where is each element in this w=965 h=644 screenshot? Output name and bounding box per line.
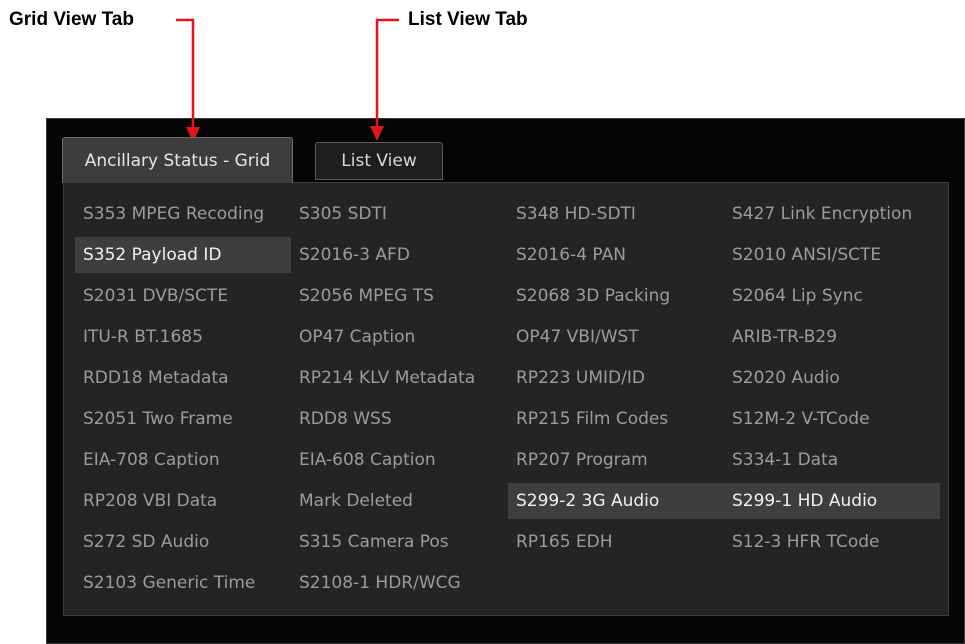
grid-cell[interactable]: S2108-1 HDR/WCG xyxy=(291,565,508,601)
grid-cell[interactable]: S2031 DVB/SCTE xyxy=(75,278,291,314)
grid-cell[interactable]: RP214 KLV Metadata xyxy=(291,360,508,396)
grid-cell[interactable]: S299-2 3G Audio xyxy=(508,483,724,519)
grid-cell[interactable]: S2051 Two Frame xyxy=(75,401,291,437)
grid-cell[interactable]: RP165 EDH xyxy=(508,524,724,560)
grid-cell[interactable]: RDD18 Metadata xyxy=(75,360,291,396)
tab-ancillary-status-grid[interactable]: Ancillary Status - Grid xyxy=(62,137,293,183)
grid-cell[interactable]: S299-1 HD Audio xyxy=(724,483,940,519)
grid-cell[interactable]: S2103 Generic Time xyxy=(75,565,291,601)
grid-cell[interactable]: S2020 Audio xyxy=(724,360,940,396)
grid-cell[interactable]: RP223 UMID/ID xyxy=(508,360,724,396)
grid-cell[interactable]: S315 Camera Pos xyxy=(291,524,508,560)
grid-cell[interactable]: S352 Payload ID xyxy=(75,237,291,273)
grid-cell[interactable]: RP207 Program xyxy=(508,442,724,478)
grid-view-callout-line xyxy=(176,18,195,128)
grid-cell[interactable]: S353 MPEG Recoding xyxy=(75,196,291,232)
grid-cell[interactable]: OP47 Caption xyxy=(291,319,508,355)
grid-cell[interactable]: S2056 MPEG TS xyxy=(291,278,508,314)
grid-cell[interactable]: OP47 VBI/WST xyxy=(508,319,724,355)
grid-cell[interactable]: S334-1 Data xyxy=(724,442,940,478)
grid-cell[interactable]: S2016-4 PAN xyxy=(508,237,724,273)
grid-cell[interactable]: S12-3 HFR TCode xyxy=(724,524,940,560)
grid-cell[interactable]: S2064 Lip Sync xyxy=(724,278,940,314)
grid-cell[interactable]: S427 Link Encryption xyxy=(724,196,940,232)
grid-cell[interactable]: RP208 VBI Data xyxy=(75,483,291,519)
grid-view-tab-callout-label: Grid View Tab xyxy=(9,9,134,30)
grid-cell[interactable]: S2068 3D Packing xyxy=(508,278,724,314)
grid-cell[interactable]: S12M-2 V-TCode xyxy=(724,401,940,437)
grid-cell[interactable]: S305 SDTI xyxy=(291,196,508,232)
grid-cell[interactable]: EIA-708 Caption xyxy=(75,442,291,478)
grid-cell[interactable]: RP215 Film Codes xyxy=(508,401,724,437)
grid-cell[interactable]: ITU-R BT.1685 xyxy=(75,319,291,355)
grid-cell[interactable]: S2010 ANSI/SCTE xyxy=(724,237,940,273)
ancillary-status-grid: S353 MPEG Recoding S305 SDTI S348 HD-SDTI S… xyxy=(75,196,940,606)
grid-cell[interactable]: S2016-3 AFD xyxy=(291,237,508,273)
list-view-tab-callout-label: List View Tab xyxy=(408,9,528,30)
grid-cell[interactable]: RDD8 WSS xyxy=(291,401,508,437)
grid-cell[interactable]: S272 SD Audio xyxy=(75,524,291,560)
ancillary-grid-content: S353 MPEG Recoding S305 SDTI S348 HD-SDTI S… xyxy=(63,182,949,616)
grid-cell[interactable]: Mark Deleted xyxy=(291,483,508,519)
ancillary-status-panel: Ancillary Status - Grid List View S353 M… xyxy=(46,118,965,644)
grid-cell xyxy=(508,565,724,601)
tab-list-view[interactable]: List View xyxy=(315,142,443,180)
list-view-callout-line xyxy=(375,18,399,127)
grid-cell[interactable]: S348 HD-SDTI xyxy=(508,196,724,232)
grid-cell[interactable]: ARIB-TR-B29 xyxy=(724,319,940,355)
grid-cell xyxy=(724,565,940,601)
grid-cell[interactable]: EIA-608 Caption xyxy=(291,442,508,478)
